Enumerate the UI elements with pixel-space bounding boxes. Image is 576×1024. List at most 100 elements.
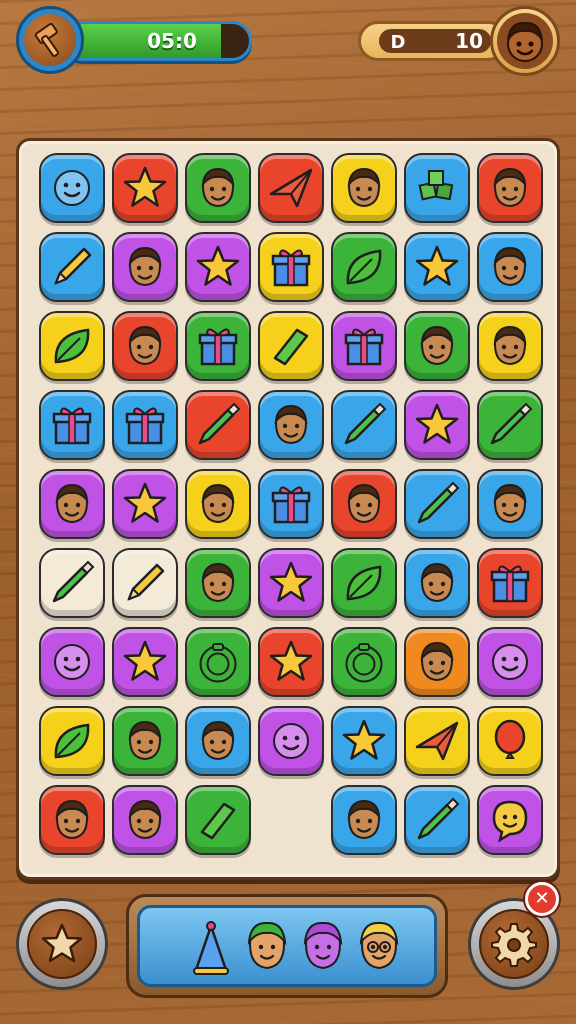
tile-face-red[interactable] xyxy=(331,469,397,539)
star-icon xyxy=(415,245,459,286)
tile-leaf-green[interactable] xyxy=(331,548,397,618)
tile-paperplane-yellow[interactable] xyxy=(404,706,470,776)
tile-cubes-blue[interactable] xyxy=(404,153,470,223)
crayon-icon xyxy=(52,560,95,603)
pencil-icon xyxy=(127,563,165,601)
tray-character-party-hat[interactable] xyxy=(188,920,234,978)
tile-crayon-blue[interactable] xyxy=(404,785,470,855)
smiley-icon xyxy=(54,170,90,206)
tile-face-red[interactable] xyxy=(39,785,105,855)
tile-face-blue[interactable] xyxy=(258,390,324,460)
tile-pencil-cream[interactable] xyxy=(112,548,178,618)
party-hat-icon xyxy=(193,921,229,975)
tile-face-green[interactable] xyxy=(112,706,178,776)
tray-character-face-purple[interactable] xyxy=(300,920,346,978)
face-icon xyxy=(201,562,235,603)
tile-star-red[interactable] xyxy=(112,153,178,223)
tray-character-face-blonde-glasses[interactable] xyxy=(356,920,402,978)
tile-ring-green[interactable] xyxy=(185,627,251,697)
crayon-icon xyxy=(198,402,241,445)
tile-star-purple[interactable] xyxy=(404,390,470,460)
favorites-button[interactable] xyxy=(16,898,108,990)
close-button[interactable]: ✕ xyxy=(525,882,559,916)
player-avatar[interactable] xyxy=(490,6,560,76)
tile-face-red[interactable] xyxy=(112,311,178,381)
tile-smiley-purple[interactable] xyxy=(258,706,324,776)
tile-face-green[interactable] xyxy=(404,311,470,381)
tile-smiley-purple[interactable] xyxy=(39,627,105,697)
timer-bar: 05:0 xyxy=(62,21,252,61)
tile-gift-green[interactable] xyxy=(185,311,251,381)
leaf-icon xyxy=(346,249,382,285)
tile-face-red[interactable] xyxy=(477,153,543,223)
tile-face-purple[interactable] xyxy=(112,785,178,855)
tile-balloon-yellow[interactable] xyxy=(477,706,543,776)
star-icon xyxy=(41,923,83,963)
tile-star-purple[interactable] xyxy=(258,548,324,618)
tile-face-green[interactable] xyxy=(185,153,251,223)
tile-bubble-purple[interactable] xyxy=(477,785,543,855)
tile-face-blue[interactable] xyxy=(404,548,470,618)
tile-face-blue[interactable] xyxy=(331,785,397,855)
paperplane-icon xyxy=(415,721,459,761)
tile-face-green[interactable] xyxy=(185,548,251,618)
face-icon xyxy=(493,246,527,287)
smiley-icon xyxy=(54,644,90,680)
gift-icon xyxy=(490,565,530,603)
tile-crayon-blue[interactable] xyxy=(331,390,397,460)
face-icon xyxy=(128,246,162,287)
tile-pencil-blue[interactable] xyxy=(39,232,105,302)
tile-gift-red[interactable] xyxy=(477,548,543,618)
tile-face-orange[interactable] xyxy=(404,627,470,697)
tile-crayon-green[interactable] xyxy=(477,390,543,460)
tile-face-purple[interactable] xyxy=(39,469,105,539)
tile-gift-blue[interactable] xyxy=(39,390,105,460)
tile-face-yellow[interactable] xyxy=(185,469,251,539)
hammer-icon xyxy=(34,22,59,57)
tile-leaf-yellow[interactable] xyxy=(39,706,105,776)
gear-icon xyxy=(491,923,537,967)
tile-crayon-cream[interactable] xyxy=(39,548,105,618)
tile-face-yellow[interactable] xyxy=(331,153,397,223)
face-icon xyxy=(128,799,162,840)
tile-face-yellow[interactable] xyxy=(477,311,543,381)
crayon-icon xyxy=(417,797,460,840)
tile-ring-green[interactable] xyxy=(331,627,397,697)
tile-star-purple[interactable] xyxy=(112,627,178,697)
tile-face-blue[interactable] xyxy=(185,706,251,776)
star-icon xyxy=(196,245,240,286)
star-icon xyxy=(123,640,167,681)
tile-paperplane-red[interactable] xyxy=(258,153,324,223)
tile-smiley-purple[interactable] xyxy=(477,627,543,697)
star-icon xyxy=(269,561,313,602)
face-icon xyxy=(493,483,527,524)
tile-leaf-green[interactable] xyxy=(331,232,397,302)
tile-face-blue[interactable] xyxy=(477,232,543,302)
tile-star-red[interactable] xyxy=(258,627,324,697)
tile-bar-yellow[interactable] xyxy=(258,311,324,381)
gift-icon xyxy=(125,407,165,445)
tile-gift-blue[interactable] xyxy=(258,469,324,539)
tile-leaf-yellow[interactable] xyxy=(39,311,105,381)
crayon-icon xyxy=(417,481,460,524)
face-icon xyxy=(128,720,162,761)
tile-crayon-blue[interactable] xyxy=(404,469,470,539)
tile-star-purple[interactable] xyxy=(185,232,251,302)
tray-character-face-green-hair[interactable] xyxy=(244,920,290,978)
tile-face-purple[interactable] xyxy=(112,232,178,302)
tile-face-blue[interactable] xyxy=(477,469,543,539)
timer-text: 05:0 xyxy=(147,29,197,53)
tile-gift-blue[interactable] xyxy=(112,390,178,460)
face-icon xyxy=(274,404,308,445)
tile-star-blue[interactable] xyxy=(404,232,470,302)
face-icon xyxy=(55,483,89,524)
tile-gift-yellow[interactable] xyxy=(258,232,324,302)
tile-gift-purple[interactable] xyxy=(331,311,397,381)
tile-star-blue[interactable] xyxy=(331,706,397,776)
hammer-button[interactable] xyxy=(16,6,84,74)
game-board xyxy=(16,138,560,880)
tile-smiley-blue[interactable] xyxy=(39,153,105,223)
tile-bar-green[interactable] xyxy=(185,785,251,855)
tile-star-purple[interactable] xyxy=(112,469,178,539)
tile-crayon-red[interactable] xyxy=(185,390,251,460)
